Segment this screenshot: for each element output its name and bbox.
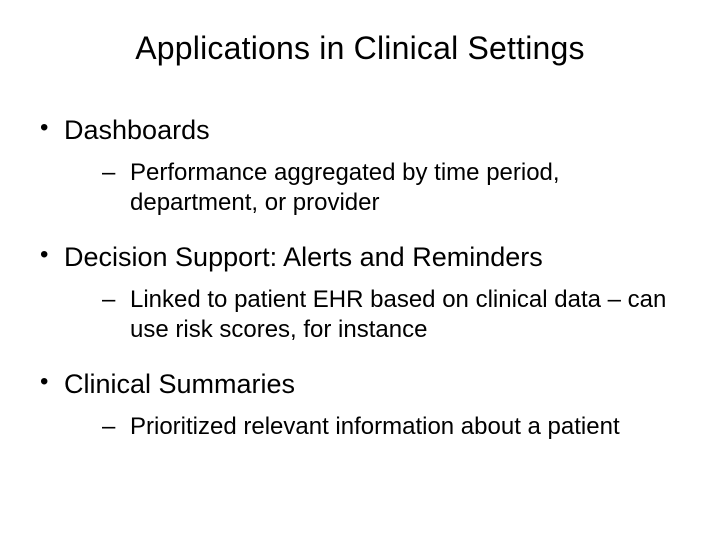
bullet-item: Clinical Summaries Prioritized relevant … xyxy=(32,367,688,442)
slide-title: Applications in Clinical Settings xyxy=(0,30,720,67)
sub-bullet-label: Linked to patient EHR based on clinical … xyxy=(130,286,666,343)
bullet-label: Clinical Summaries xyxy=(64,369,295,399)
slide: Applications in Clinical Settings Dashbo… xyxy=(0,30,720,540)
sub-bullet-label: Performance aggregated by time period, d… xyxy=(130,159,560,216)
sub-bullet-item: Linked to patient EHR based on clinical … xyxy=(64,285,688,345)
sub-bullet-item: Performance aggregated by time period, d… xyxy=(64,158,688,218)
sub-bullet-label: Prioritized relevant information about a… xyxy=(130,413,620,440)
bullet-item: Dashboards Performance aggregated by tim… xyxy=(32,113,688,218)
slide-content: Dashboards Performance aggregated by tim… xyxy=(32,113,688,442)
bullet-label: Dashboards xyxy=(64,115,210,145)
bullet-label: Decision Support: Alerts and Reminders xyxy=(64,242,543,272)
sub-bullet-item: Prioritized relevant information about a… xyxy=(64,412,688,442)
bullet-item: Decision Support: Alerts and Reminders L… xyxy=(32,240,688,345)
